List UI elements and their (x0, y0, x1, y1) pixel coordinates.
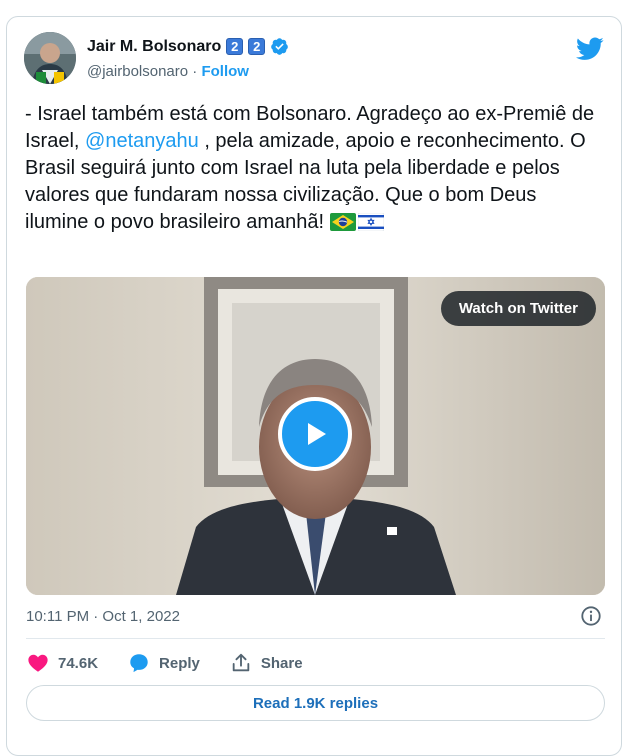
keycap-badge: 2 (226, 38, 244, 55)
verified-badge-icon (271, 38, 289, 55)
separator: · (192, 63, 198, 80)
like-count: 74.6K (58, 654, 99, 672)
avatar[interactable] (24, 32, 76, 84)
video-player[interactable]: Watch on Twitter (26, 277, 605, 595)
read-replies-button[interactable]: Read 1.9K replies (26, 685, 605, 721)
reply-button[interactable]: Reply (128, 652, 200, 674)
israel-flag-icon (357, 213, 384, 231)
follow-button[interactable]: Follow (201, 63, 249, 80)
share-button[interactable]: Share (230, 652, 303, 674)
watch-on-twitter-button[interactable]: Watch on Twitter (440, 291, 596, 326)
play-button[interactable] (278, 397, 352, 471)
tweet-text: - Israel também está com Bolsonaro. Agra… (25, 101, 595, 236)
twitter-bird-icon[interactable] (576, 37, 604, 61)
handle-row: @jairbolsonaro · Follow (87, 63, 249, 80)
share-label: Share (260, 654, 303, 672)
like-button[interactable]: 74.6K (27, 652, 98, 674)
play-icon (308, 423, 326, 445)
heart-icon (28, 654, 48, 672)
author-handle[interactable]: @jairbolsonaro (87, 63, 188, 80)
mention-link[interactable]: @netanyahu (85, 130, 199, 152)
author-row: Jair M. Bolsonaro 2 2 (87, 37, 289, 56)
reply-icon (130, 654, 148, 673)
brazil-flag-icon (329, 213, 356, 231)
keycap-badge: 2 (248, 38, 266, 55)
tweet-card: Jair M. Bolsonaro 2 2 @jairbolsonaro · F… (6, 16, 622, 756)
divider (26, 638, 605, 639)
author-name[interactable]: Jair M. Bolsonaro (87, 38, 221, 56)
share-icon (232, 653, 250, 672)
tweet-timestamp[interactable]: 10:11 PM · Oct 1, 2022 (26, 608, 180, 625)
action-bar: 74.6K Reply Share (27, 652, 333, 674)
info-icon[interactable] (580, 605, 602, 627)
reply-label: Reply (159, 654, 200, 672)
